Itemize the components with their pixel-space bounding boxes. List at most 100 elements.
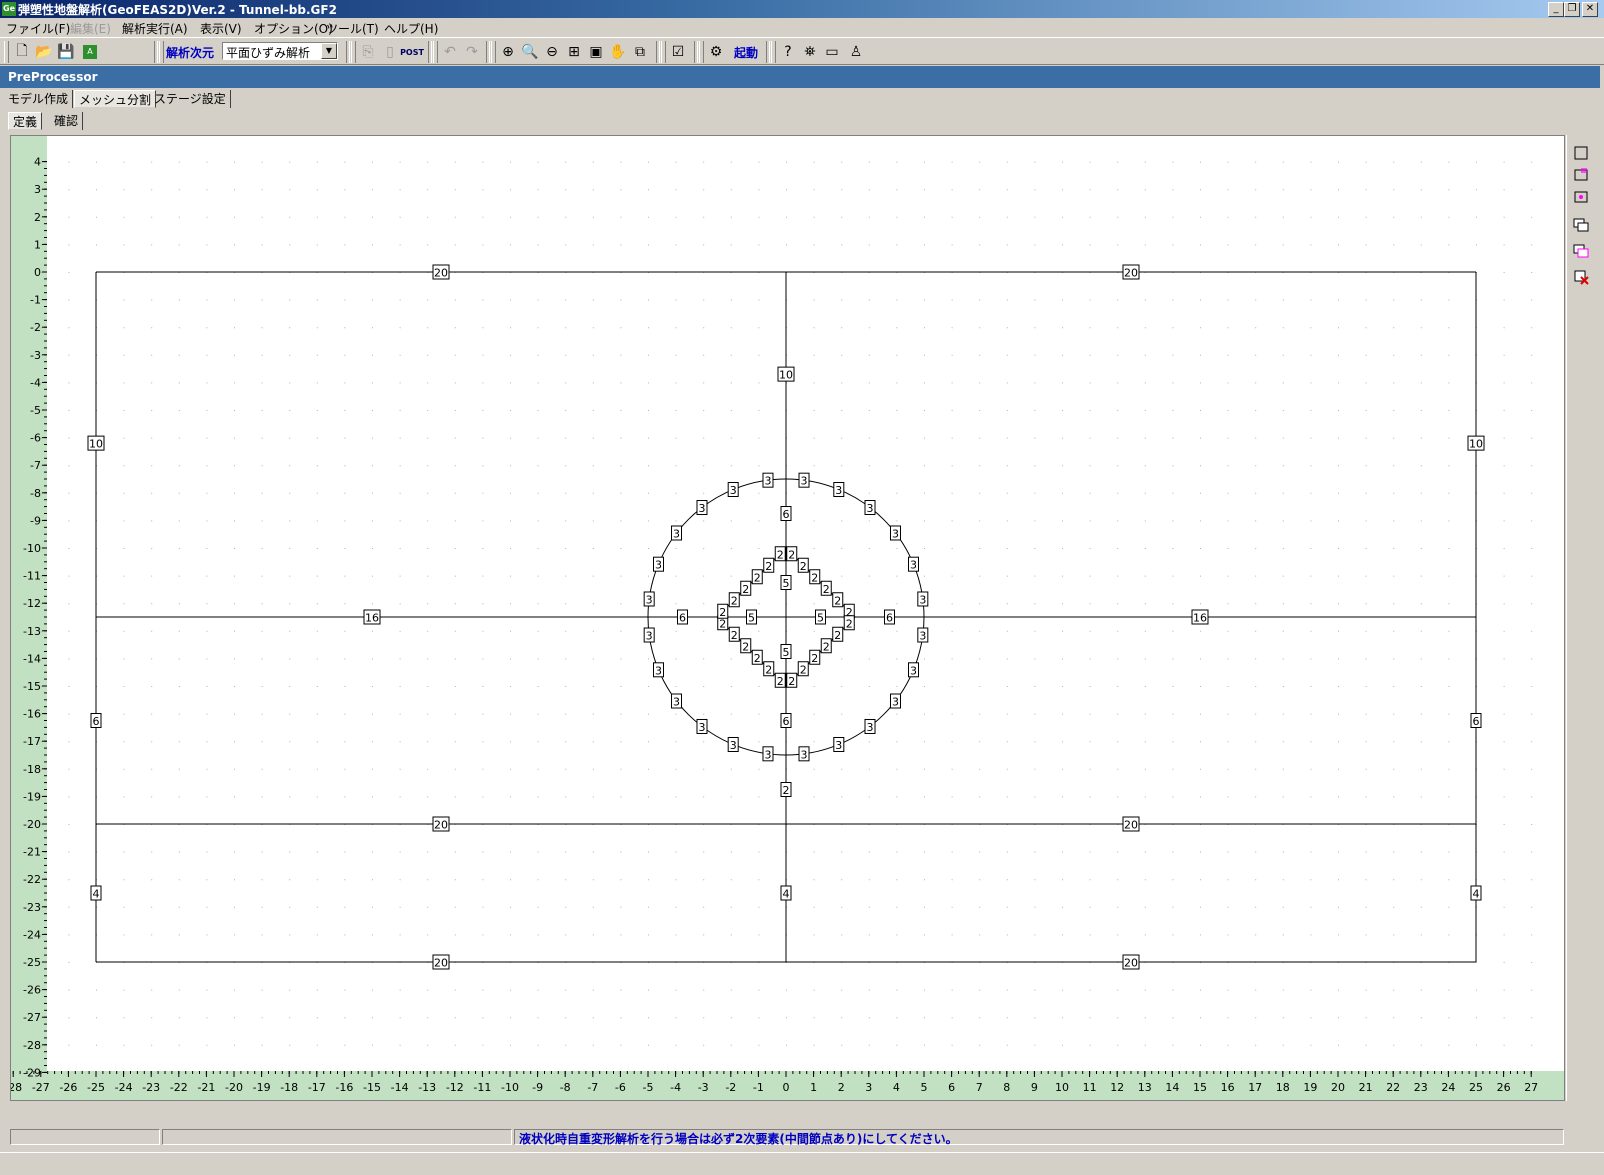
- division-count-label: 2: [783, 784, 790, 797]
- division-count-label: 2: [834, 629, 841, 642]
- export-icon[interactable]: A: [80, 42, 100, 62]
- y-tick-label: -24: [23, 928, 41, 941]
- window-title: 弾塑性地盤解析(GeoFEAS2D)Ver.2 - Tunnel-bb.GF2: [18, 3, 337, 17]
- division-count-label: 6: [1473, 715, 1480, 728]
- y-tick-label: -3: [30, 349, 41, 362]
- tab-stage-setting[interactable]: ステージ設定: [150, 90, 231, 108]
- division-count-label: 3: [835, 484, 842, 497]
- x-tick-label: -1: [753, 1081, 764, 1094]
- preprocessor-header: PreProcessor: [0, 66, 1600, 88]
- mesh-drawing[interactable]: 43210-1-2-3-4-5-6-7-8-9-10-11-12-13-14-1…: [4, 136, 1564, 1100]
- fit-all-icon[interactable]: ⊞: [564, 42, 584, 62]
- x-tick-label: 25: [1469, 1081, 1483, 1094]
- x-tick-label: -8: [560, 1081, 571, 1094]
- undo-icon[interactable]: ↶: [440, 42, 460, 62]
- copy-icon[interactable]: ⎘: [358, 42, 378, 62]
- y-tick-label: -12: [23, 597, 41, 610]
- x-tick-label: 4: [893, 1081, 900, 1094]
- tab-mesh-division[interactable]: メッシュ分割: [74, 90, 157, 108]
- x-tick-label: 26: [1497, 1081, 1511, 1094]
- division-count-label: 3: [698, 721, 705, 734]
- menu-file[interactable]: ファイル(F): [6, 20, 70, 37]
- x-tick-label: 15: [1193, 1081, 1207, 1094]
- redo-icon[interactable]: ↷: [462, 42, 482, 62]
- y-tick-label: 0: [34, 266, 41, 279]
- x-tick-label: -27: [32, 1081, 50, 1094]
- rect-add-icon[interactable]: [1571, 165, 1591, 185]
- division-count-label: 3: [919, 630, 926, 643]
- tab-confirmation[interactable]: 確認: [50, 112, 84, 130]
- rect-node-icon[interactable]: [1571, 187, 1591, 207]
- division-count-label: 2: [823, 640, 830, 653]
- division-count-label: 20: [1124, 957, 1138, 970]
- y-tick-label: -7: [30, 459, 41, 472]
- mesh-canvas[interactable]: 4 3 2 1 0 -1 -2 -3 -4 -5 -6 -7 -8 -9 -10 -11 -12 -13 -14 -1…: [4, 135, 1565, 1101]
- paste-icon[interactable]: ▯: [380, 42, 400, 62]
- run-button-label[interactable]: 起動: [734, 44, 758, 61]
- menu-edit[interactable]: 編集(E): [70, 20, 111, 37]
- restore-button[interactable]: ❐: [1564, 2, 1580, 17]
- zoom-in-icon[interactable]: 🔍: [520, 42, 540, 62]
- y-tick-label: -15: [23, 680, 41, 693]
- minimize-button[interactable]: _: [1548, 2, 1564, 17]
- info-icon[interactable]: ▭: [822, 42, 842, 62]
- x-tick-label: -23: [142, 1081, 160, 1094]
- new-file-icon[interactable]: 🗋: [12, 42, 32, 62]
- x-tick-label: 17: [1248, 1081, 1262, 1094]
- y-tick-label: -11: [23, 570, 41, 583]
- division-count-label: 2: [834, 594, 841, 607]
- layer-edit-icon[interactable]: [1571, 241, 1591, 261]
- chevron-down-icon[interactable]: ▼: [321, 43, 337, 59]
- division-count-label: 2: [777, 548, 784, 561]
- redraw-icon[interactable]: ⧉: [630, 42, 650, 62]
- division-count-label: 2: [788, 675, 795, 688]
- about-icon[interactable]: ⛯: [800, 42, 820, 62]
- y-tick-label: -18: [23, 763, 41, 776]
- tab-model-creation[interactable]: モデル作成: [4, 90, 74, 108]
- x-tick-label: -2: [725, 1081, 736, 1094]
- tab-definition[interactable]: 定義: [8, 112, 43, 130]
- close-button[interactable]: ✕: [1582, 2, 1598, 17]
- post-icon[interactable]: POST: [400, 42, 424, 62]
- x-tick-label: -13: [418, 1081, 436, 1094]
- division-count-label: 3: [698, 502, 705, 515]
- check-model-icon[interactable]: ☑: [668, 42, 688, 62]
- division-count-label: 2: [742, 640, 749, 653]
- zoom-out-icon[interactable]: ⊖: [542, 42, 562, 62]
- zoom-frame-icon[interactable]: ▣: [586, 42, 606, 62]
- division-count-label: 3: [892, 527, 899, 540]
- layer-icon[interactable]: [1571, 215, 1591, 235]
- menu-tools[interactable]: ツール(T): [326, 20, 379, 37]
- division-count-label: 2: [765, 560, 772, 573]
- menu-help[interactable]: ヘルプ(H): [384, 20, 438, 37]
- y-tick-label: 3: [34, 183, 41, 196]
- x-tick-label: 13: [1138, 1081, 1152, 1094]
- x-tick-label: 9: [1031, 1081, 1038, 1094]
- rect-select-icon[interactable]: [1571, 143, 1591, 163]
- division-count-label: 2: [811, 652, 818, 665]
- open-folder-icon[interactable]: 📂: [34, 42, 54, 62]
- delete-icon[interactable]: [1571, 267, 1591, 287]
- user-icon[interactable]: ♙: [846, 42, 866, 62]
- division-count-label: 5: [783, 646, 790, 659]
- menu-options[interactable]: オプション(O): [254, 20, 333, 37]
- y-tick-label: -8: [30, 487, 41, 500]
- save-icon[interactable]: 💾: [56, 42, 76, 62]
- x-tick-label: 0: [783, 1081, 790, 1094]
- division-count-label: 20: [434, 957, 448, 970]
- x-tick-label: 16: [1221, 1081, 1235, 1094]
- toolbar-grip[interactable]: [4, 41, 9, 63]
- y-tick-label: -25: [23, 956, 41, 969]
- division-count-label: 2: [823, 583, 830, 596]
- run-icon[interactable]: ⚙: [706, 42, 726, 62]
- menu-view[interactable]: 表示(V): [200, 20, 242, 37]
- x-tick-label: 24: [1441, 1081, 1455, 1094]
- y-tick-label: -21: [23, 846, 41, 859]
- zoom-window-icon[interactable]: ⊕: [498, 42, 518, 62]
- division-count-label: 3: [673, 527, 680, 540]
- pan-hand-icon[interactable]: ✋: [608, 42, 628, 62]
- analysis-dimension-select[interactable]: 平面ひずみ解析 ▼: [222, 42, 338, 60]
- division-count-label: 3: [730, 484, 737, 497]
- help-icon[interactable]: ?: [778, 42, 798, 62]
- menu-run[interactable]: 解析実行(A): [122, 20, 188, 37]
